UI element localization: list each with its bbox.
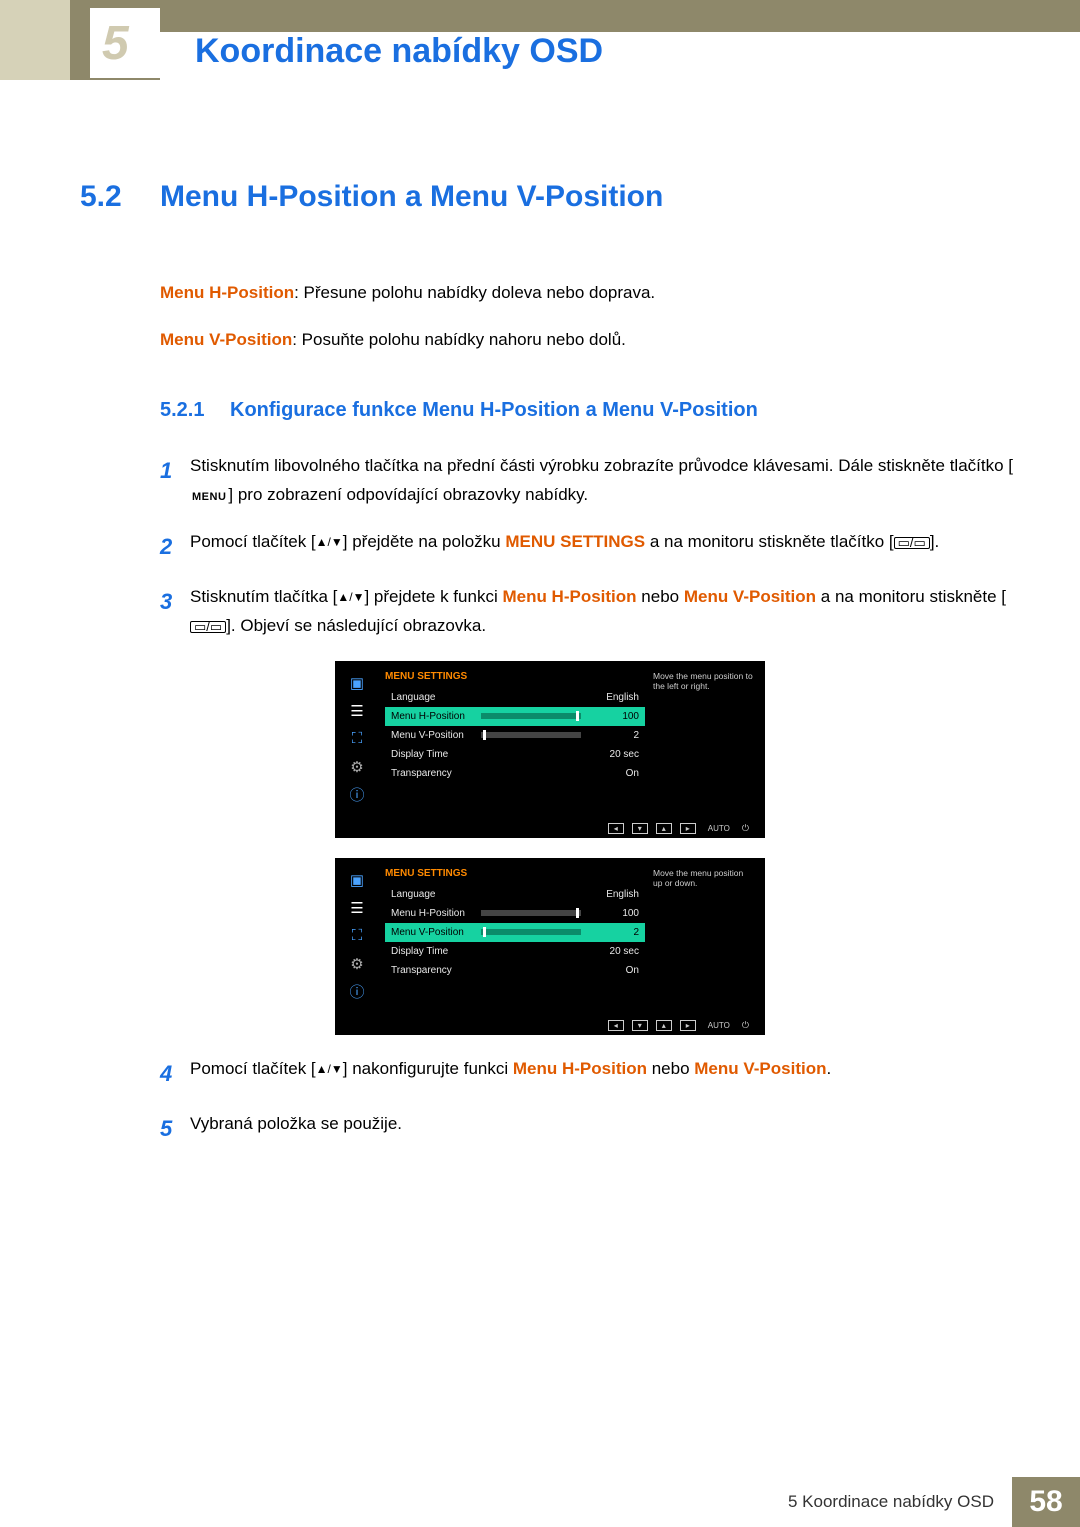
osd-footer: ◂ ▾ ▴ ▸ AUTO ⏻ [345,823,755,834]
step-body: Vybraná položka se použije. [190,1110,1020,1147]
up-down-icon: ▲/▼ [337,590,364,604]
section-title: Menu H-Position a Menu V-Position [160,180,663,213]
step-number: 1 [160,452,190,510]
intro-vpos-label: Menu V-Position [160,330,292,349]
osd-nav-left-icon: ◂ [608,1020,624,1031]
step-4: 4 Pomocí tlačítek [▲/▼] nakonfigurujte f… [160,1055,1020,1092]
menu-settings-highlight: MENU SETTINGS [505,532,645,551]
step-body: Stisknutím libovolného tlačítka na předn… [190,452,1020,510]
step-body: Stisknutím tlačítka [▲/▼] přejdete k fun… [190,583,1020,641]
step-3: 3 Stisknutím tlačítka [▲/▼] přejdete k f… [160,583,1020,641]
step-number: 3 [160,583,190,641]
osd-row-transparency: Transparency On [385,764,645,783]
osd-power-icon: ⏻ [742,823,749,834]
osd-nav-up-icon: ▴ [656,823,672,834]
header-band: 5 Koordinace nabídky OSD [0,0,1080,80]
osd-title: MENU SETTINGS [385,671,645,682]
step-1: 1 Stisknutím libovolného tlačítka na pře… [160,452,1020,510]
osd-footer: ◂ ▾ ▴ ▸ AUTO ⏻ [345,1020,755,1031]
enter-icon: ▭/▭ [190,621,226,633]
header-band-left [0,0,70,80]
osd-nav-left-icon: ◂ [608,823,624,834]
osd-auto-label: AUTO [708,824,730,833]
osd-help-text: Move the menu position up or down. [645,868,755,1002]
osd-row-hpos-selected: Menu H-Position 100 [385,707,645,726]
osd-nav-right-icon: ▸ [680,1020,696,1031]
osd-sidebar: ▣ ☰ ⛶ ⚙ ⓘ [345,671,379,805]
chapter-title: Koordinace nabídky OSD [195,32,603,80]
color-icon: ☰ [345,701,369,721]
intro-vpos: Menu V-Position: Posuňte polohu nabídky … [160,321,1020,358]
osd-row-language: Language English [385,688,645,707]
footer-page-number: 58 [1012,1477,1080,1527]
step-number: 4 [160,1055,190,1092]
vpos-highlight: Menu V-Position [684,587,816,606]
osd-screenshot-vpos: ▣ ☰ ⛶ ⚙ ⓘ MENU SETTINGS Language English… [335,858,765,1035]
info-icon: ⓘ [345,785,369,805]
step-body: Pomocí tlačítek [▲/▼] přejděte na položk… [190,528,1020,565]
osd-slider [481,713,581,719]
hpos-highlight: Menu H-Position [502,587,636,606]
picture-icon: ▣ [345,870,369,890]
section-heading: 5.2Menu H-Position a Menu V-Position [80,180,1020,214]
osd-row-display-time: Display Time 20 sec [385,745,645,764]
osd-slider [481,910,581,916]
osd-auto-label: AUTO [708,1021,730,1030]
hpos-highlight: Menu H-Position [513,1059,647,1078]
color-icon: ☰ [345,898,369,918]
size-icon: ⛶ [345,926,369,946]
picture-icon: ▣ [345,673,369,693]
vpos-highlight: Menu V-Position [694,1059,826,1078]
intro-hpos-label: Menu H-Position [160,283,294,302]
page-footer: 5 Koordinace nabídky OSD 58 [0,1477,1080,1527]
osd-row-vpos: Menu V-Position 2 [385,726,645,745]
osd-nav-down-icon: ▾ [632,823,648,834]
osd-nav-right-icon: ▸ [680,823,696,834]
osd-help-text: Move the menu position to the left or ri… [645,671,755,805]
up-down-icon: ▲/▼ [316,535,343,549]
section-number: 5.2 [80,180,160,214]
osd-screenshot-hpos: ▣ ☰ ⛶ ⚙ ⓘ MENU SETTINGS Language English… [335,661,765,838]
osd-slider [481,929,581,935]
intro-hpos: Menu H-Position: Přesune polohu nabídky … [160,274,1020,311]
settings-icon: ⚙ [345,757,369,777]
settings-icon: ⚙ [345,954,369,974]
chapter-number-badge: 5 [90,8,160,78]
osd-row-transparency: Transparency On [385,961,645,980]
osd-nav-down-icon: ▾ [632,1020,648,1031]
enter-icon: ▭/▭ [894,537,930,549]
intro-vpos-text: : Posuňte polohu nabídky nahoru nebo dol… [292,330,626,349]
size-icon: ⛶ [345,729,369,749]
footer-text: 5 Koordinace nabídky OSD [788,1477,1012,1527]
step-number: 5 [160,1110,190,1147]
osd-power-icon: ⏻ [742,1020,749,1031]
osd-title: MENU SETTINGS [385,868,645,879]
step-2: 2 Pomocí tlačítek [▲/▼] přejděte na polo… [160,528,1020,565]
subsection-heading: 5.2.1Konfigurace funkce Menu H-Position … [160,399,1020,422]
osd-row-hpos: Menu H-Position 100 [385,904,645,923]
osd-slider [481,732,581,738]
step-5: 5 Vybraná položka se použije. [160,1110,1020,1147]
menu-button-label: MENU [190,488,228,507]
step-body: Pomocí tlačítek [▲/▼] nakonfigurujte fun… [190,1055,1020,1092]
osd-row-vpos-selected: Menu V-Position 2 [385,923,645,942]
osd-sidebar: ▣ ☰ ⛶ ⚙ ⓘ [345,868,379,1002]
subsection-title: Konfigurace funkce Menu H-Position a Men… [230,399,758,421]
osd-nav-up-icon: ▴ [656,1020,672,1031]
up-down-icon: ▲/▼ [316,1062,343,1076]
subsection-number: 5.2.1 [160,399,230,422]
intro-hpos-text: : Přesune polohu nabídky doleva nebo dop… [294,283,655,302]
osd-row-language: Language English [385,885,645,904]
osd-row-display-time: Display Time 20 sec [385,942,645,961]
step-number: 2 [160,528,190,565]
info-icon: ⓘ [345,982,369,1002]
